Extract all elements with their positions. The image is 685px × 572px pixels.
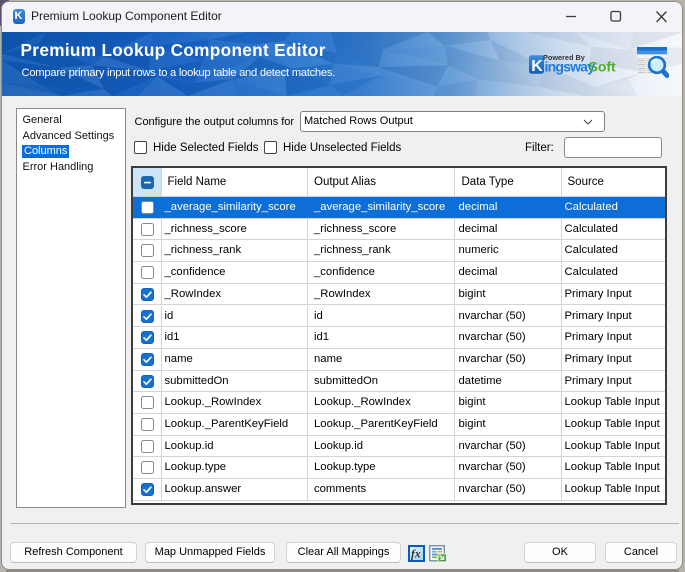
svg-text:Soft: Soft xyxy=(589,59,617,75)
svg-text:K: K xyxy=(531,58,543,75)
svg-text:fx: fx xyxy=(411,549,421,561)
